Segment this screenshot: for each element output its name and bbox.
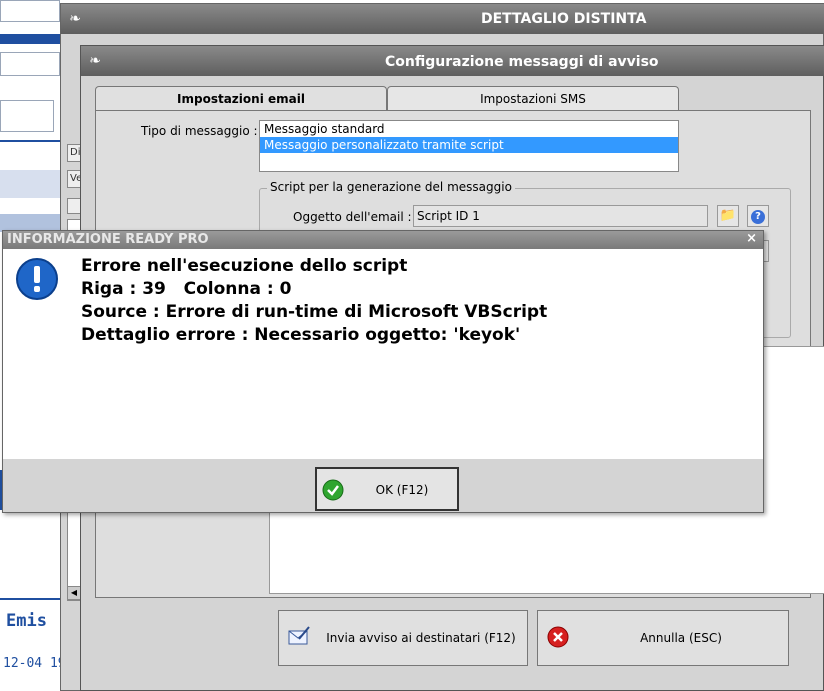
oggetto-field[interactable]: Script ID 1 bbox=[413, 205, 708, 227]
message-type-list[interactable]: Messaggio standard Messaggio personalizz… bbox=[259, 120, 679, 172]
bg-row bbox=[0, 170, 62, 198]
config-title-bar[interactable]: ❧ Configurazione messaggi di avviso bbox=[81, 46, 824, 76]
invia-avviso-label: Invia avviso ai destinatari (F12) bbox=[326, 631, 516, 645]
error-line: Errore nell'esecuzione dello script bbox=[81, 256, 408, 276]
list-item-selected[interactable]: Messaggio personalizzato tramite script bbox=[260, 137, 678, 153]
bg-tag-ve: Ve bbox=[67, 170, 82, 188]
bg-line bbox=[0, 140, 62, 142]
send-mail-icon bbox=[288, 626, 310, 645]
error-line: Source : Errore di run-time di Microsoft… bbox=[81, 302, 548, 322]
bg-tag-di: Di bbox=[67, 144, 81, 162]
invia-avviso-button[interactable]: Invia avviso ai destinatari (F12) bbox=[278, 610, 528, 666]
help-icon-button[interactable]: ? bbox=[747, 205, 769, 227]
tipo-messaggio-label: Tipo di messaggio : bbox=[141, 124, 258, 138]
bg-field bbox=[0, 0, 60, 22]
check-icon bbox=[322, 479, 344, 501]
tab-impostazioni-email[interactable]: Impostazioni email bbox=[95, 86, 387, 112]
error-line: Dettaglio errore : Necessario oggetto: '… bbox=[81, 325, 521, 345]
error-dialog: INFORMAZIONE READY PRO × Errore nell'ese… bbox=[2, 230, 764, 513]
cancel-icon bbox=[547, 626, 569, 648]
list-item[interactable]: Messaggio standard bbox=[260, 121, 678, 137]
ok-button[interactable]: OK (F12) bbox=[315, 467, 459, 511]
folder-icon[interactable]: 📁 bbox=[717, 205, 739, 227]
dialog-title-bar[interactable]: INFORMAZIONE READY PRO × bbox=[3, 231, 763, 249]
bg-box bbox=[67, 198, 81, 214]
help-icon: ? bbox=[751, 210, 765, 224]
bg-field bbox=[0, 52, 60, 76]
annulla-button[interactable]: Annulla (ESC) bbox=[537, 610, 789, 666]
dialog-title: INFORMAZIONE READY PRO bbox=[7, 232, 209, 247]
close-icon[interactable]: × bbox=[746, 231, 757, 246]
annulla-label: Annulla (ESC) bbox=[640, 631, 722, 645]
error-message: Errore nell'esecuzione dello script Riga… bbox=[81, 255, 751, 347]
distinta-title: DETTAGLIO DISTINTA bbox=[481, 11, 647, 27]
bg-field bbox=[0, 100, 54, 132]
scroll-left-icon[interactable]: ◀ bbox=[67, 586, 81, 600]
script-group-label: Script per la generazione del messaggio bbox=[267, 180, 515, 194]
ok-label: OK (F12) bbox=[375, 483, 429, 497]
scroll-icon: ❧ bbox=[89, 53, 101, 69]
config-title: Configurazione messaggi di avviso bbox=[385, 54, 659, 70]
distinta-title-bar[interactable]: ❧ DETTAGLIO DISTINTA bbox=[61, 4, 824, 34]
oggetto-label: Oggetto dell'email : bbox=[293, 210, 412, 224]
error-line: Riga : 39 Colonna : 0 bbox=[81, 279, 292, 299]
scroll-icon: ❧ bbox=[69, 11, 81, 27]
info-exclamation-icon bbox=[16, 258, 58, 300]
bg-band bbox=[0, 34, 62, 44]
tab-impostazioni-sms[interactable]: Impostazioni SMS bbox=[387, 86, 679, 111]
